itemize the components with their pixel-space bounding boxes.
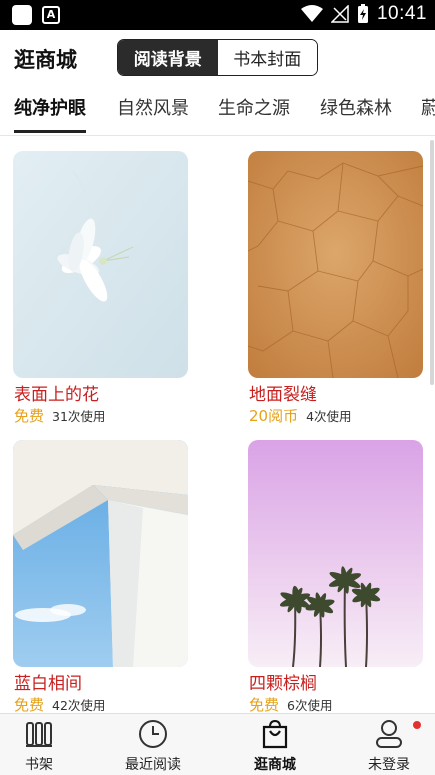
item-name: 四颗棕榈 bbox=[249, 674, 317, 694]
segment-control: 阅读背景 书本封面 bbox=[117, 39, 318, 76]
notification-badge bbox=[413, 721, 421, 729]
page-title: 逛商城 bbox=[14, 48, 77, 72]
tab-partial-next[interactable]: 蔚 bbox=[421, 94, 435, 120]
item-use-count: 42次使用 bbox=[52, 698, 106, 713]
tab-green-forest[interactable]: 绿色森林 bbox=[320, 94, 392, 120]
item-price: 免费 bbox=[14, 407, 45, 425]
tab-natural-scenery[interactable]: 自然风景 bbox=[117, 94, 189, 120]
nav-label: 书架 bbox=[25, 757, 53, 773]
segment-book-cover[interactable]: 书本封面 bbox=[217, 40, 317, 75]
clock-icon bbox=[139, 720, 167, 748]
item-price: 免费 bbox=[249, 696, 280, 714]
bottom-nav: 书架 最近阅读 逛商城 未登录 bbox=[0, 713, 435, 775]
shopping-bag-icon bbox=[262, 719, 288, 749]
bookshelf-icon bbox=[26, 722, 52, 747]
item-name: 表面上的花 bbox=[14, 385, 99, 405]
category-tabs: 纯净护眼 自然风景 生命之源 绿色森林 蔚 bbox=[0, 86, 435, 136]
nav-recent-reading[interactable]: 最近阅读 bbox=[103, 718, 203, 774]
item-price: 免费 bbox=[14, 696, 45, 714]
no-signal-icon bbox=[330, 5, 349, 23]
item-name: 地面裂缝 bbox=[249, 385, 317, 405]
battery-charging-icon bbox=[357, 4, 368, 23]
scrollbar[interactable] bbox=[430, 140, 434, 385]
nav-label: 最近阅读 bbox=[125, 757, 181, 773]
item-price: 20阅币 bbox=[249, 407, 299, 425]
item-use-count: 6次使用 bbox=[287, 698, 333, 713]
nav-label: 未登录 bbox=[368, 757, 410, 773]
nav-bookshelf[interactable]: 书架 bbox=[0, 718, 89, 774]
item-name: 蓝白相间 bbox=[14, 674, 82, 694]
active-tab-indicator bbox=[14, 130, 86, 133]
four-palm-trees-image bbox=[248, 440, 423, 667]
tab-source-of-life[interactable]: 生命之源 bbox=[218, 94, 290, 120]
notification-app-icon bbox=[12, 5, 32, 25]
cracked-ground-image bbox=[248, 151, 423, 378]
status-bar: A 10:41 bbox=[0, 0, 435, 30]
keyboard-a-icon: A bbox=[42, 6, 60, 24]
nav-shop[interactable]: 逛商城 bbox=[225, 718, 325, 774]
item-use-count: 4次使用 bbox=[306, 409, 352, 424]
user-icon bbox=[376, 720, 402, 748]
white-building-blue-sky-image bbox=[13, 440, 188, 667]
segment-reading-background[interactable]: 阅读背景 bbox=[118, 40, 218, 75]
nav-label: 逛商城 bbox=[254, 757, 296, 773]
white-lily-flower-image bbox=[13, 151, 188, 378]
wifi-icon bbox=[300, 5, 323, 22]
item-use-count: 31次使用 bbox=[52, 409, 106, 424]
tab-pure-eye-care[interactable]: 纯净护眼 bbox=[14, 94, 86, 120]
status-time: 10:41 bbox=[376, 3, 427, 24]
header: 逛商城 阅读背景 书本封面 bbox=[0, 30, 435, 86]
